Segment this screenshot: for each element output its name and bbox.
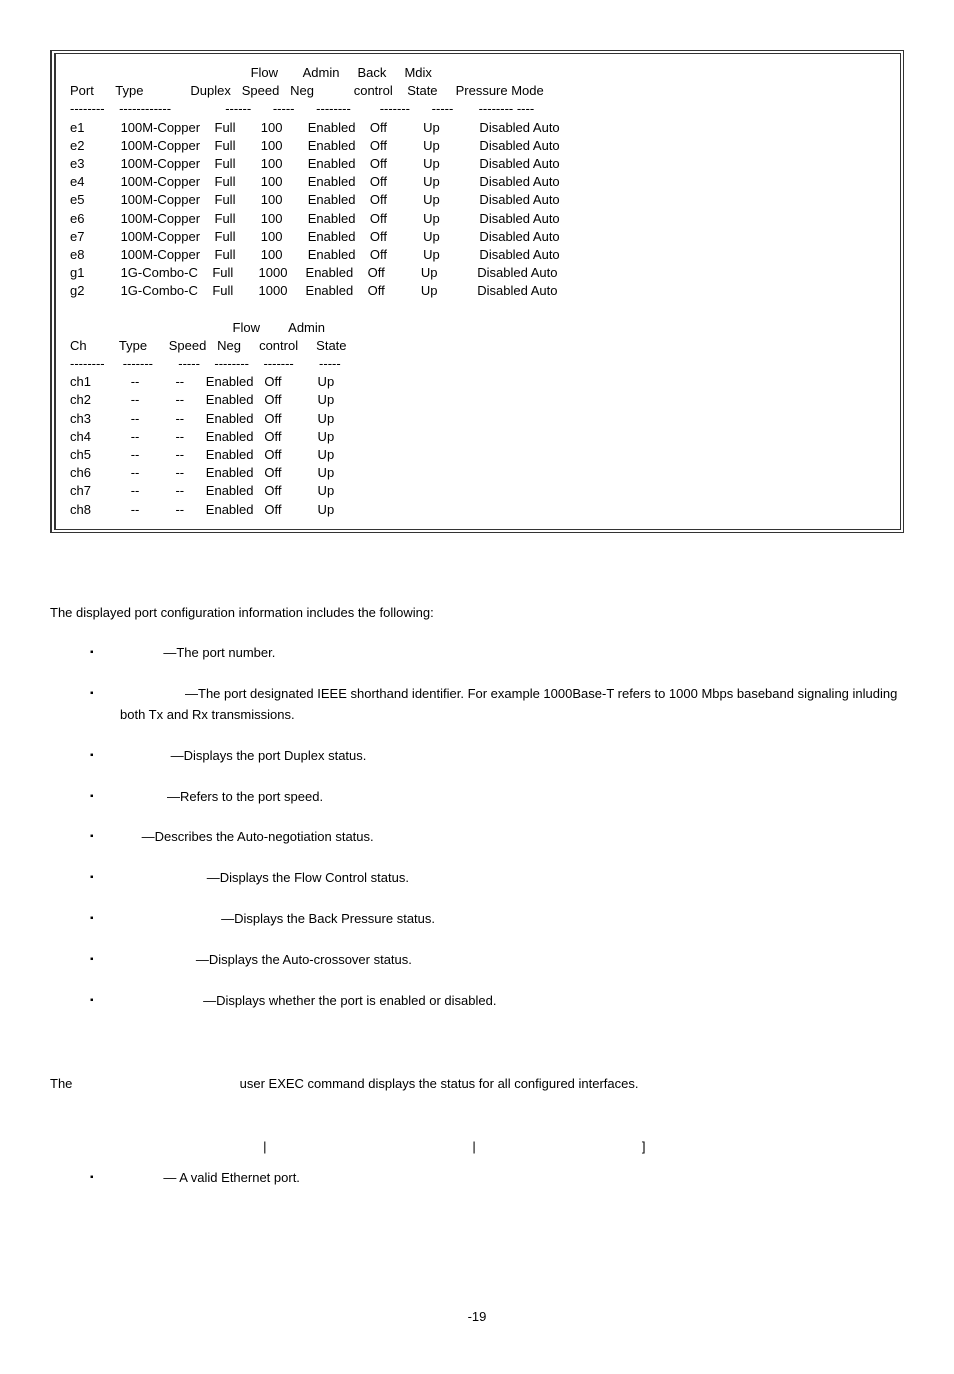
intro-text: The displayed port configuration informa… [50,603,904,624]
t1r3: e4 100M-Copper Full 100 Enabled Off Up D… [70,174,560,189]
li-text: —Displays the Back Pressure status. [120,911,435,926]
t1r6: e7 100M-Copper Full 100 Enabled Off Up D… [70,229,560,244]
t1r7: e8 100M-Copper Full 100 Enabled Off Up D… [70,247,560,262]
t2r1: ch2 -- -- Enabled Off Up [70,392,334,407]
t2r4: ch5 -- -- Enabled Off Up [70,447,334,462]
list-item: —Displays whether the port is enabled or… [90,991,904,1012]
list-item: —Displays the port Duplex status. [90,746,904,767]
t1r0: e1 100M-Copper Full 100 Enabled Off Up D… [70,120,560,135]
status-command-description: The user EXEC command displays the statu… [50,1071,904,1097]
list-item: —The port designated IEEE shorthand iden… [90,684,904,726]
t2r3: ch4 -- -- Enabled Off Up [70,429,334,444]
li-text: —Describes the Auto-negotiation status. [120,829,374,844]
t1sep: -------- ------------ ------ ----- -----… [70,101,534,116]
t2h1: Flow Admin [70,320,325,335]
t2r5: ch6 -- -- Enabled Off Up [70,465,334,480]
t2r0: ch1 -- -- Enabled Off Up [70,374,334,389]
t2sep: -------- ------- ----- -------- ------- … [70,356,341,371]
para2-right: user EXEC command displays the status fo… [236,1076,638,1091]
t1r2: e3 100M-Copper Full 100 Enabled Off Up D… [70,156,560,171]
li-text: —The port number. [120,645,275,660]
t2r2: ch3 -- -- Enabled Off Up [70,411,334,426]
list-item: —The port number. [90,643,904,664]
li-text: —Displays the Flow Control status. [120,870,409,885]
li-text: —Displays the port Duplex status. [120,748,366,763]
li-text: —The port designated IEEE shorthand iden… [120,686,901,722]
cli-output-box: Flow Admin Back Mdix Port Type Duplex Sp… [50,50,904,533]
cli-output-text: Flow Admin Back Mdix Port Type Duplex Sp… [70,64,886,519]
list-item: —Displays the Flow Control status. [90,868,904,889]
page-number: -19 [50,1309,904,1324]
list-item: —Displays the Auto-crossover status. [90,950,904,971]
t1r9: g2 1G-Combo-C Full 1000 Enabled Off Up D… [70,283,557,298]
t1h2: Port Type Duplex Speed Neg control State… [70,83,544,98]
t1r4: e5 100M-Copper Full 100 Enabled Off Up D… [70,192,560,207]
li-text: —Displays whether the port is enabled or… [120,993,496,1008]
t2h2: Ch Type Speed Neg control State [70,338,347,353]
parameter-list: — A valid Ethernet port. [50,1168,904,1189]
t1r8: g1 1G-Combo-C Full 1000 Enabled Off Up D… [70,265,557,280]
li-text: —Displays the Auto-crossover status. [120,952,412,967]
syntax-line: | | ] [50,1137,904,1158]
t1r5: e6 100M-Copper Full 100 Enabled Off Up D… [70,211,560,226]
li-text: —Refers to the port speed. [120,789,323,804]
t2r7: ch8 -- -- Enabled Off Up [70,502,334,517]
t1h1: Flow Admin Back Mdix [70,65,432,80]
field-description-list: —The port number. —The port designated I… [50,643,904,1011]
t1r1: e2 100M-Copper Full 100 Enabled Off Up D… [70,138,560,153]
list-item: — A valid Ethernet port. [90,1168,904,1189]
li-text: — A valid Ethernet port. [120,1170,300,1185]
list-item: —Describes the Auto-negotiation status. [90,827,904,848]
list-item: —Displays the Back Pressure status. [90,909,904,930]
para2-left: The [50,1076,76,1091]
t2r6: ch7 -- -- Enabled Off Up [70,483,334,498]
list-item: —Refers to the port speed. [90,787,904,808]
